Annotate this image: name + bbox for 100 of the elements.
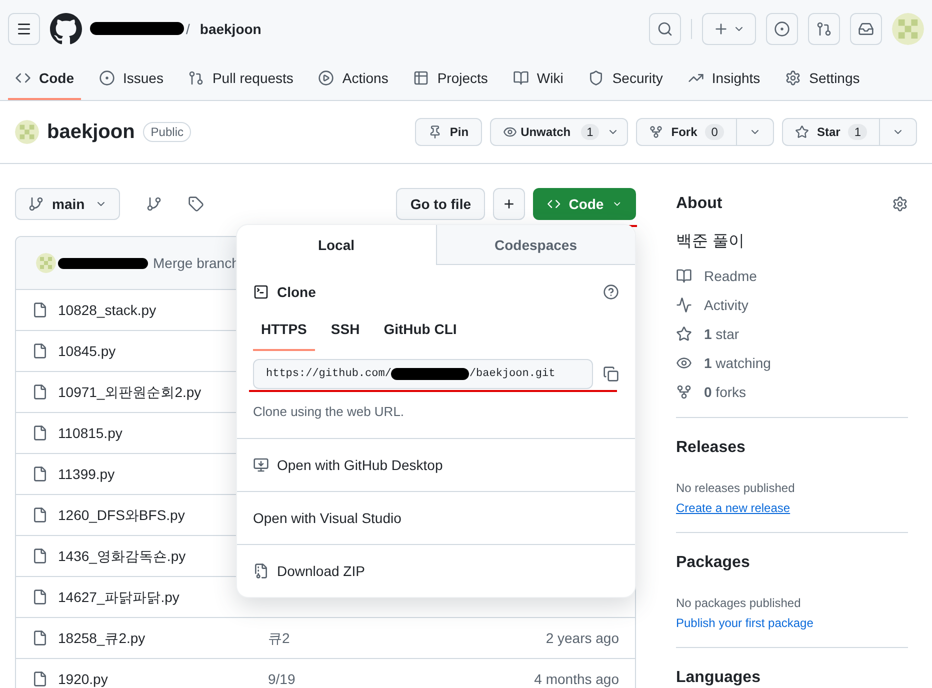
gear-icon [785, 70, 802, 86]
url-text: https://github.com/ [266, 366, 392, 382]
book-icon [676, 268, 692, 284]
about-link[interactable]: Activity [704, 294, 748, 314]
protocol-tab[interactable]: HTTPS [253, 319, 315, 351]
file-icon [32, 466, 48, 482]
file-icon [32, 507, 48, 523]
repo-tab[interactable]: Pull requests [181, 57, 300, 100]
star-icon [794, 125, 809, 139]
pin-button[interactable]: Pin [414, 118, 482, 146]
circle-dot-icon [774, 20, 790, 36]
circle-dot-icon [99, 70, 115, 86]
file-icon [32, 425, 48, 441]
inbox-button[interactable] [850, 12, 882, 44]
about-link[interactable]: 0 forks [704, 382, 746, 402]
repo-tab[interactable]: Insights [680, 57, 768, 100]
about-link[interactable]: 1 star [704, 324, 740, 344]
path-separator: / [186, 20, 190, 38]
about-heading: About [676, 194, 722, 214]
popup-tab[interactable]: Codespaces [436, 225, 635, 265]
popup-tab[interactable]: Local [237, 225, 436, 265]
shield-icon [588, 70, 604, 86]
issues-button[interactable] [766, 12, 798, 44]
avatar [36, 253, 56, 273]
pull-request-icon [816, 20, 832, 36]
url-text: /baekjoon.git [469, 366, 556, 382]
commit-time: 4 months ago [534, 670, 619, 688]
repo-tab[interactable]: Settings [778, 57, 867, 100]
pull-request-icon [188, 70, 204, 86]
add-file-button[interactable]: + [493, 188, 525, 220]
about-link[interactable]: 1 watching [704, 352, 771, 372]
octocat-logo-icon[interactable] [50, 12, 82, 44]
about-link[interactable]: Readme [704, 266, 757, 286]
section-heading: Packages [676, 553, 751, 573]
section-heading: Releases [676, 438, 746, 458]
play-icon [318, 70, 334, 86]
avatar [892, 12, 924, 44]
clone-title: Clone [277, 283, 316, 302]
section-link[interactable]: Publish your first package [676, 615, 908, 631]
protocol-tab[interactable]: SSH [322, 319, 368, 351]
branch-icon [146, 196, 162, 212]
file-icon [32, 343, 48, 359]
empty-note: No packages published [676, 595, 802, 611]
repo-tab[interactable]: Actions [311, 57, 396, 100]
commit-message[interactable]: 9/19 [268, 669, 296, 688]
book-icon [512, 70, 529, 86]
popup-menu-item[interactable]: Open with GitHub Desktop [237, 438, 635, 490]
repo-link[interactable]: baekjoon [200, 18, 262, 38]
copy-icon[interactable] [603, 366, 619, 382]
count-badge: 0 [705, 124, 724, 140]
unwatch-button[interactable]: Unwatch 1 [490, 118, 628, 146]
code-button[interactable]: Code [533, 188, 636, 220]
commit-time: 2 years ago [546, 629, 619, 648]
file-icon [32, 589, 48, 605]
commit-message[interactable]: 큐2 [268, 628, 290, 648]
section-link[interactable]: Create a new release [676, 500, 908, 516]
clone-url-field[interactable]: https://github.com/ /baekjoon.git [253, 359, 593, 389]
eye-icon [502, 125, 517, 139]
popup-menu-item[interactable]: Download ZIP [237, 544, 635, 596]
file-icon [32, 671, 48, 687]
repo-tab[interactable]: Security [581, 57, 670, 100]
file-name[interactable]: 1920.py [58, 669, 268, 688]
repo-tab[interactable]: Issues [92, 57, 170, 100]
file-icon [32, 548, 48, 564]
eye-icon [676, 354, 692, 370]
file-icon [32, 302, 48, 318]
pulse-icon [676, 296, 692, 312]
branch-icon [28, 196, 44, 212]
popup-menu-item[interactable]: Open with Visual Studio [237, 490, 635, 544]
branch-button[interactable]: main [15, 188, 120, 220]
plus-icon [713, 20, 729, 36]
pull-requests-button[interactable] [808, 12, 840, 44]
terminal-icon [253, 284, 269, 300]
empty-note: No releases published [676, 480, 796, 496]
repo-tab[interactable]: Code [8, 57, 81, 100]
repo-tab[interactable]: Wiki [506, 57, 570, 100]
help-icon[interactable] [603, 284, 619, 300]
table-icon [413, 70, 430, 86]
menu-icon [16, 20, 32, 36]
search-icon [657, 20, 673, 36]
menu-button[interactable] [8, 12, 40, 44]
section-heading: Languages [676, 668, 762, 688]
tag-icon [188, 196, 204, 212]
star-icon [676, 326, 692, 342]
protocol-tab[interactable]: GitHub CLI [376, 319, 465, 351]
repo-tab[interactable]: Projects [406, 57, 495, 100]
clone-hint: Clone using the web URL. [253, 403, 406, 421]
fork-icon [676, 384, 692, 400]
avatar [15, 120, 39, 144]
inbox-icon [858, 20, 874, 36]
settings-icon[interactable] [892, 196, 908, 212]
go-to-file-button[interactable]: Go to file [396, 188, 485, 220]
repo-description: 백준 풀이 [676, 232, 746, 252]
count-badge: 1 [848, 124, 867, 140]
file-icon [32, 384, 48, 400]
visibility-label: Public [142, 122, 192, 142]
search-button[interactable] [649, 12, 681, 44]
file-name[interactable]: 18258_큐2.py [58, 628, 268, 648]
zip-file-icon [253, 562, 269, 578]
repo-name[interactable]: baekjoon [47, 118, 135, 146]
